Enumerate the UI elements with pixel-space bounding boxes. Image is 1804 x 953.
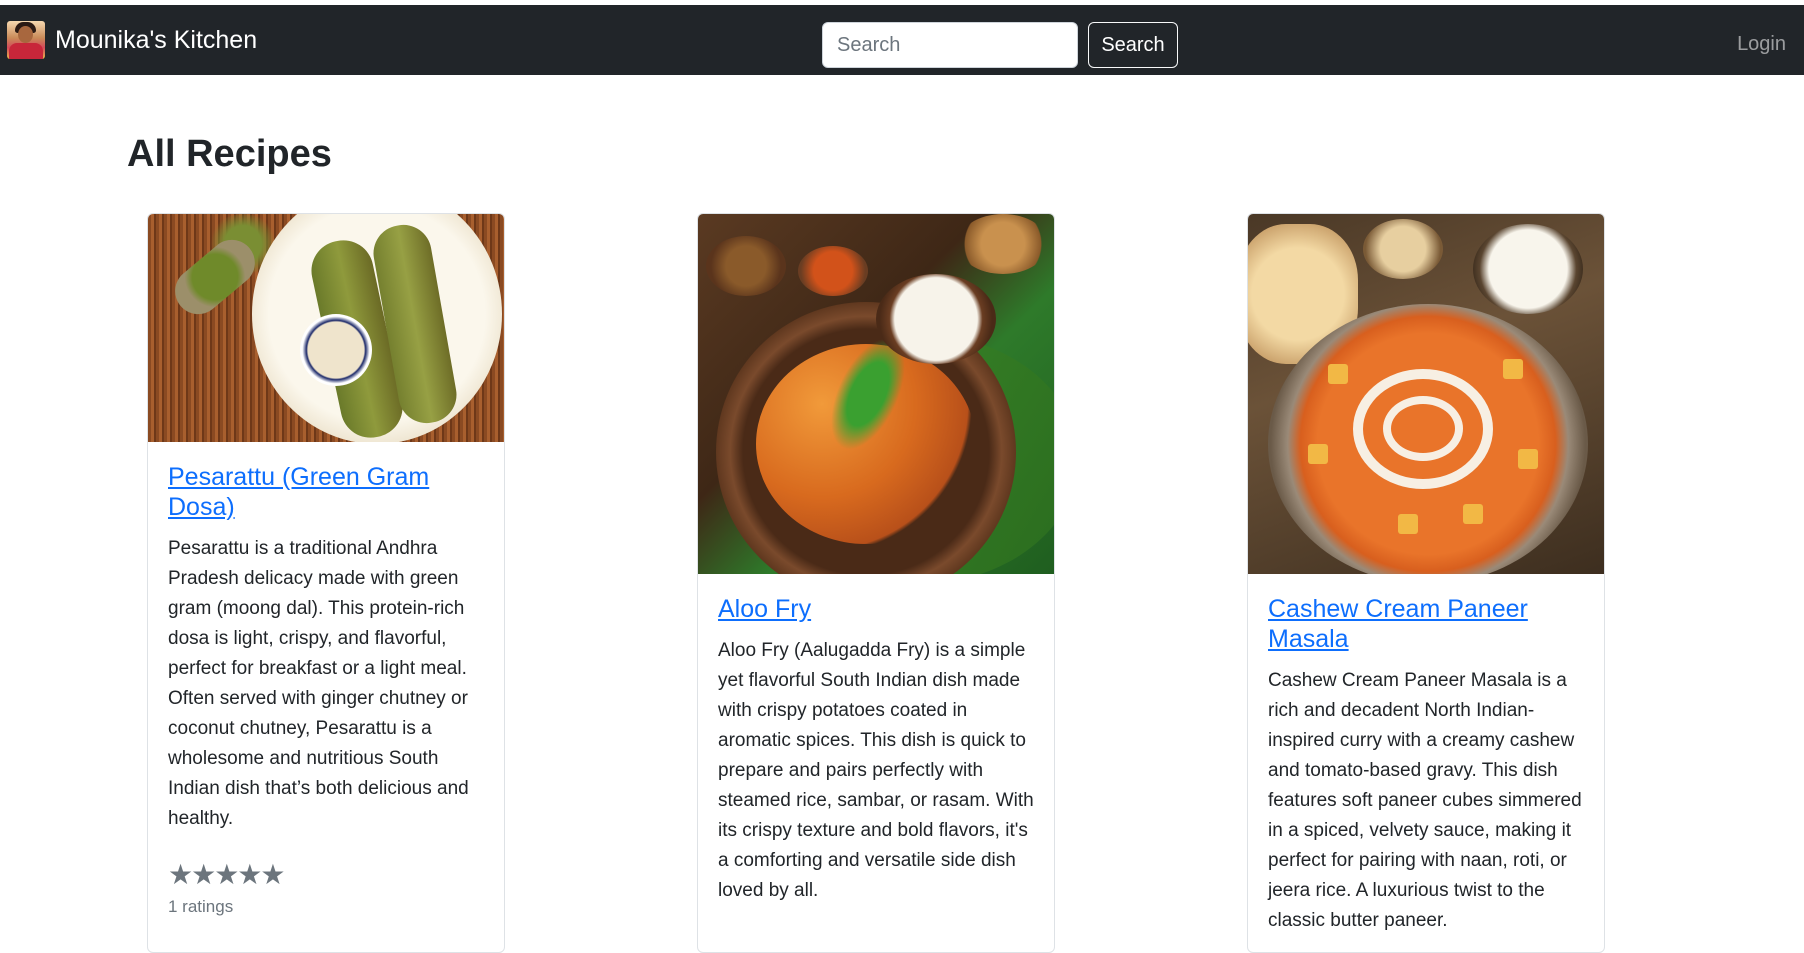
recipe-image[interactable] [698, 214, 1054, 574]
recipe-image[interactable] [148, 214, 504, 442]
recipe-title-link[interactable]: Cashew Cream Paneer Masala [1268, 594, 1584, 654]
recipe-title-link[interactable]: Aloo Fry [718, 594, 1034, 624]
star-rating[interactable]: ★★★★★ [168, 858, 484, 891]
recipe-card-body: Aloo Fry Aloo Fry (Aalugadda Fry) is a s… [698, 574, 1054, 926]
page-title: All Recipes [127, 133, 332, 175]
recipe-image[interactable] [1248, 214, 1604, 574]
recipe-card: Pesarattu (Green Gram Dosa) Pesarattu is… [147, 213, 505, 953]
ratings-count: 1 ratings [168, 897, 234, 916]
recipe-card-body: Cashew Cream Paneer Masala Cashew Cream … [1248, 574, 1604, 952]
recipe-card-body: Pesarattu (Green Gram Dosa) Pesarattu is… [148, 442, 504, 937]
brand-avatar-icon [7, 21, 45, 59]
search-button[interactable]: Search [1088, 22, 1178, 68]
star-icon: ★★★★★ [168, 859, 286, 890]
brand-link[interactable]: Mounika's Kitchen [7, 21, 257, 59]
login-link[interactable]: Login [1737, 33, 1786, 56]
recipe-description: Pesarattu is a traditional Andhra Prades… [168, 538, 469, 829]
navbar: Mounika's Kitchen Search Login [0, 5, 1804, 75]
recipe-description: Aloo Fry (Aalugadda Fry) is a simple yet… [718, 640, 1034, 901]
search-form: Search [822, 22, 1178, 68]
recipe-description: Cashew Cream Paneer Masala is a rich and… [1268, 670, 1582, 931]
brand-name: Mounika's Kitchen [55, 26, 258, 54]
recipe-card: Cashew Cream Paneer Masala Cashew Cream … [1247, 213, 1605, 953]
search-input[interactable] [822, 22, 1078, 68]
recipe-card: Aloo Fry Aloo Fry (Aalugadda Fry) is a s… [697, 213, 1055, 953]
recipe-title-link[interactable]: Pesarattu (Green Gram Dosa) [168, 462, 484, 522]
